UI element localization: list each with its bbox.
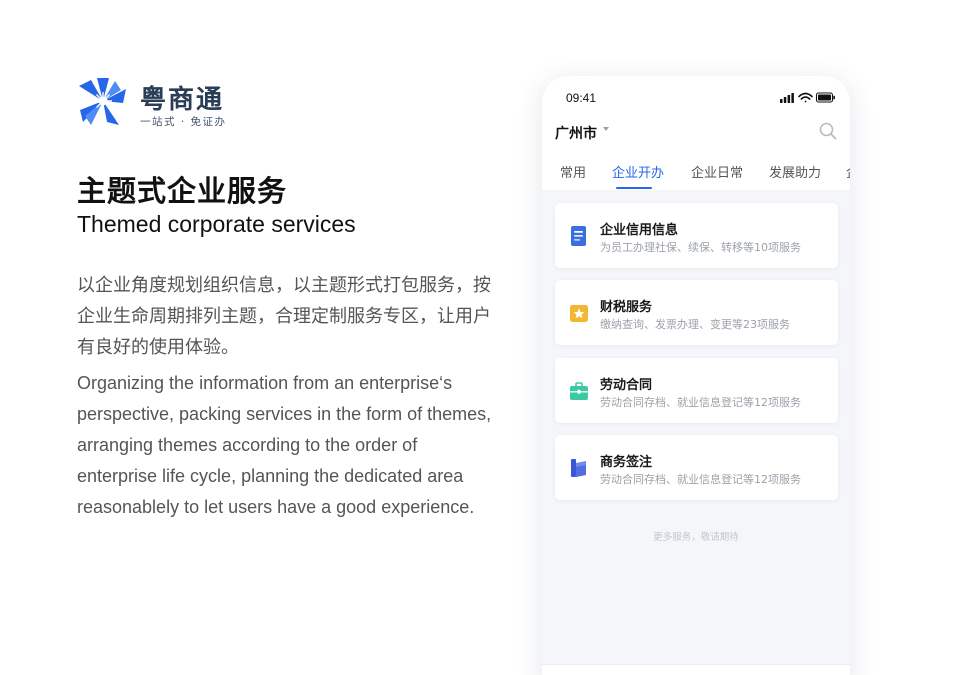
card-subtitle: 为员工办理社保、续保、转移等10项服务 xyxy=(600,241,801,254)
caret-down-icon[interactable] xyxy=(603,127,609,131)
bookmark-book-icon xyxy=(571,459,586,477)
brand-logo-icon xyxy=(79,78,126,125)
tab-next-partial[interactable]: 企 xyxy=(846,162,850,181)
service-card-business-endorsement[interactable]: 商务签注 劳动合同存档、就业信息登记等12项服务 xyxy=(555,435,838,500)
card-subtitle: 劳动合同存档、就业信息登记等12项服务 xyxy=(600,396,801,409)
active-tab-indicator xyxy=(616,187,652,189)
section-title-zh: 主题式企业服务 xyxy=(77,174,288,208)
more-services-hint: 更多服务，敬请期待 xyxy=(653,532,739,543)
brand-name: 粤商通 xyxy=(140,85,225,115)
card-subtitle: 缴纳查询、发票办理、变更等23项服务 xyxy=(600,318,790,331)
city-selector[interactable]: 广州市 xyxy=(555,123,597,143)
phone-mockup: 09:41 广州市 常用 企业开办 企业日常 发展助力 企业信用信息 为员工办理… xyxy=(542,76,850,675)
status-icons xyxy=(780,92,835,103)
service-card-labor-contract[interactable]: 劳动合同 劳动合同存档、就业信息登记等12项服务 xyxy=(555,358,838,423)
section-title-en: Themed corporate services xyxy=(77,211,356,237)
bottom-tab-bar xyxy=(542,664,850,675)
category-tabs: 常用 企业开办 企业日常 发展助力 企 xyxy=(542,160,850,190)
service-card-tax[interactable]: 财税服务 缴纳查询、发票办理、变更等23项服务 xyxy=(555,280,838,345)
card-title: 商务签注 xyxy=(600,455,653,470)
service-card-credit-info[interactable]: 企业信用信息 为员工办理社保、续保、转移等10项服务 xyxy=(555,203,838,268)
card-title: 企业信用信息 xyxy=(600,223,679,238)
card-title: 劳动合同 xyxy=(600,378,653,393)
signal-icon xyxy=(780,93,794,103)
brand-logo-block: 粤商通 一站式 · 免证办 xyxy=(77,76,257,132)
tab-common[interactable]: 常用 xyxy=(560,162,586,181)
search-icon[interactable] xyxy=(818,121,838,141)
tab-business-setup[interactable]: 企业开办 xyxy=(612,162,664,181)
tab-development-support[interactable]: 发展助力 xyxy=(769,162,821,181)
card-title: 财税服务 xyxy=(600,300,653,315)
star-badge-icon xyxy=(570,305,588,322)
card-subtitle: 劳动合同存档、就业信息登记等12项服务 xyxy=(600,473,801,486)
status-time: 09:41 xyxy=(566,91,597,105)
document-icon xyxy=(571,226,586,246)
battery-icon xyxy=(815,92,835,103)
brand-slogan: 一站式 · 免证办 xyxy=(140,116,227,128)
description-en: Organizing the information from an enter… xyxy=(77,373,492,517)
wifi-icon xyxy=(798,92,813,103)
briefcase-icon xyxy=(570,382,588,400)
tab-business-daily[interactable]: 企业日常 xyxy=(691,162,743,181)
description-zh: 以企业角度规划组织信息，以主题形式打包服务，按企业生命周期排列主题，合理定制服务… xyxy=(77,275,491,358)
